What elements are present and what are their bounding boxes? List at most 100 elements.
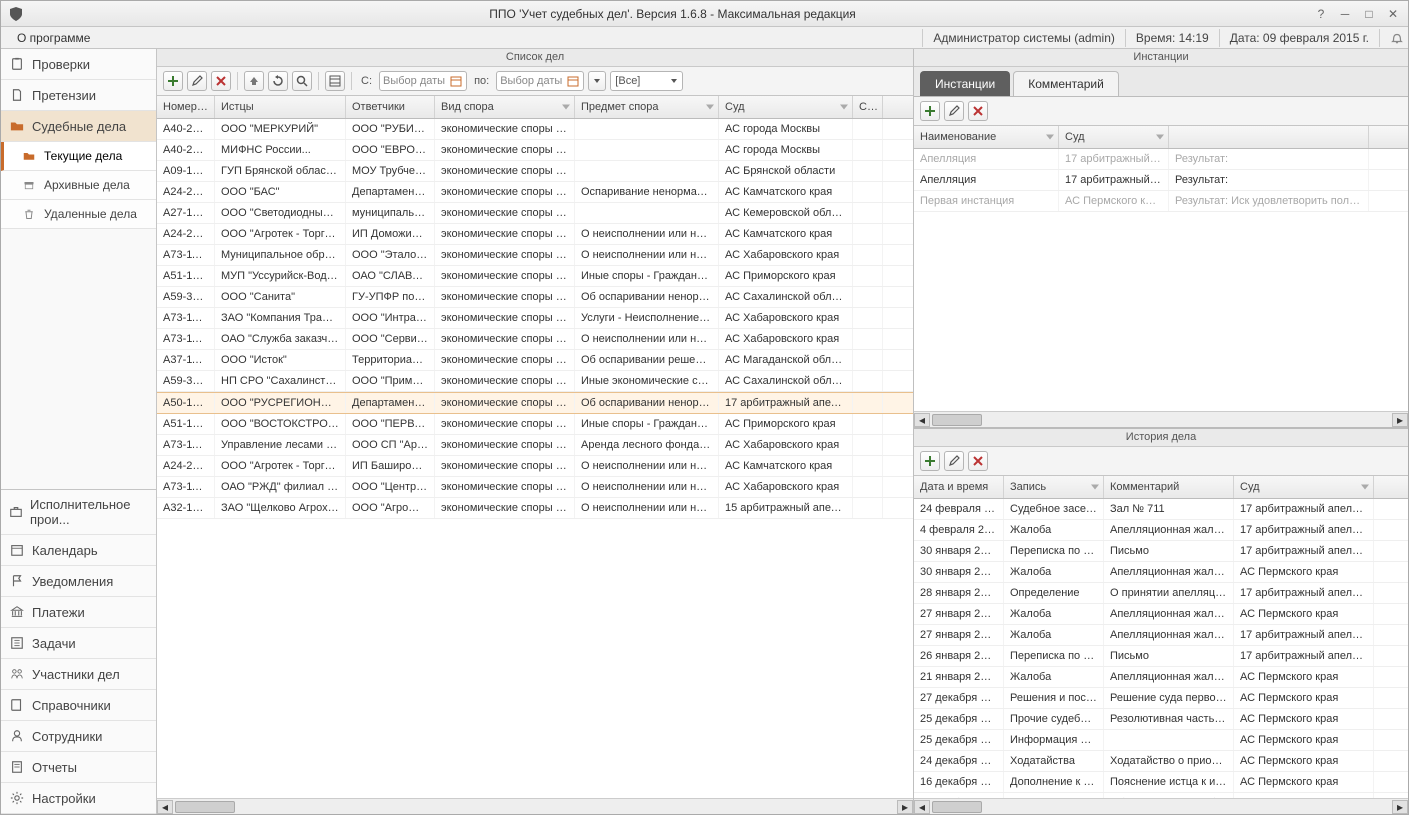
sidebar-item-sprav[interactable]: Справочники [1, 690, 156, 721]
inst-add-button[interactable] [920, 101, 940, 121]
hist-add-button[interactable] [920, 451, 940, 471]
date-to-input[interactable]: Выбор даты [496, 71, 584, 91]
sidebar-item-uchastniki[interactable]: Участники дел [1, 659, 156, 690]
table-row[interactable]: 27 января 2015 г.ЖалобаАпелляционная жал… [914, 604, 1408, 625]
column-otvetchiki[interactable]: Ответчики [346, 96, 435, 118]
sidebar-item-zadachi[interactable]: Задачи [1, 628, 156, 659]
column-sud[interactable]: Суд [1234, 476, 1374, 498]
column-predmet[interactable]: Предмет спора [575, 96, 719, 118]
table-row[interactable]: 30 января 2015 г.ЖалобаАпелляционная жал… [914, 562, 1408, 583]
inst-delete-button[interactable] [968, 101, 988, 121]
horizontal-scrollbar[interactable]: ◂ ▸ [914, 411, 1408, 427]
table-row[interactable]: 4 февраля 2015 г.ЖалобаАпелляционная жал… [914, 520, 1408, 541]
sidebar-item-sotrud[interactable]: Сотрудники [1, 721, 156, 752]
table-row[interactable]: Первая инстанцияАС Пермского краяРезульт… [914, 191, 1408, 212]
table-row[interactable]: 25 декабря 2014 г.Информация о прин...АС… [914, 730, 1408, 751]
hist-delete-button[interactable] [968, 451, 988, 471]
filter-combo[interactable]: [Все] [610, 71, 683, 91]
sidebar-subitem-arxivnye[interactable]: Архивные дела [1, 171, 156, 200]
table-row[interactable]: А24-273/2...ООО "Агротек - Торговый д...… [157, 456, 913, 477]
table-row[interactable]: А09-1489/...ГУП Брянской области "Бря...… [157, 161, 913, 182]
table-row[interactable]: 27 января 2015 г.ЖалобаАпелляционная жал… [914, 625, 1408, 646]
grid-header[interactable]: Дата и время Запись Комментарий Суд [914, 476, 1408, 499]
refresh-button[interactable] [268, 71, 288, 91]
tab-instances[interactable]: Инстанции [920, 71, 1010, 96]
table-row[interactable]: Апелляция17 арбитражный апелл...Результа… [914, 149, 1408, 170]
sidebar-label: Исполнительное прои... [30, 497, 148, 527]
sidebar-item-otchety[interactable]: Отчеты [1, 752, 156, 783]
table-row[interactable]: А59-309/2...НП СРО "Сахалинстрой"ООО "Пр… [157, 371, 913, 392]
table-row[interactable]: А73-1148/...ОАО "РЖД" филиал ДВЖД...ООО … [157, 477, 913, 498]
table-row[interactable]: А73-1140/...Управление лесами Правите...… [157, 435, 913, 456]
table-row[interactable]: А24-269/2...ООО "БАС"Департамент град...… [157, 182, 913, 203]
date-from-input[interactable]: Выбор даты [379, 71, 467, 91]
table-row[interactable]: А51-1832/...ООО "ВОСТОКСТРОЙСЕРВИ...ООО … [157, 414, 913, 435]
table-row[interactable]: А37-113/2...ООО "Исток"Территориальны...… [157, 350, 913, 371]
help-icon[interactable]: ? [1312, 6, 1330, 22]
table-row[interactable]: А73-1145/...ОАО "Служба заказчика по...О… [157, 329, 913, 350]
tasks-icon [9, 635, 25, 651]
table-row[interactable]: 24 февраля 2015 г.Судебное заседаниеЗал … [914, 499, 1408, 520]
column-vid[interactable]: Вид спора [435, 96, 575, 118]
column-istcy[interactable]: Истцы [215, 96, 346, 118]
sidebar-item-nastroiki[interactable]: Настройки [1, 783, 156, 814]
table-row[interactable]: А51-1821/...МУП "Уссурийск-Водоканал...О… [157, 266, 913, 287]
sidebar-item-pretenzii[interactable]: Претензии [1, 80, 156, 111]
table-row[interactable]: А73-1132/...ЗАО "Компания ТрансТелеК...О… [157, 308, 913, 329]
column-status[interactable]: Ста [853, 96, 883, 118]
sidebar-subitem-tekushie[interactable]: Текущие дела [1, 142, 156, 171]
column-name[interactable]: Наименование [914, 126, 1059, 148]
menu-about[interactable]: О программе [9, 29, 98, 47]
table-row[interactable]: А50-17997...ООО "РУСРЕГИОНИНВЕСТ"Департа… [157, 392, 913, 414]
grid-button[interactable] [325, 71, 345, 91]
sidebar-item-platezhi[interactable]: Платежи [1, 597, 156, 628]
minimize-icon[interactable]: ─ [1336, 6, 1354, 22]
table-row[interactable]: А73-115/...Муниципальное образовани...ОО… [157, 245, 913, 266]
sidebar-item-sudebnye[interactable]: Судебные дела [1, 111, 156, 142]
column-comment[interactable]: Комментарий [1104, 476, 1234, 498]
column-sud[interactable]: Суд [1059, 126, 1169, 148]
edit-button[interactable] [187, 71, 207, 91]
sidebar-item-uvedom[interactable]: Уведомления [1, 566, 156, 597]
column-date[interactable]: Дата и время [914, 476, 1004, 498]
tab-comment[interactable]: Комментарий [1013, 71, 1119, 96]
sidebar-item-ispolnit[interactable]: Исполнительное прои... [1, 490, 156, 535]
table-row[interactable]: А59-308/2...ООО "Санита"ГУ-УПФР по Доли.… [157, 287, 913, 308]
table-row[interactable]: А24-274/2...ООО "Агротек - Торговый д...… [157, 224, 913, 245]
table-row[interactable]: 26 января 2015 г.Переписка по делуПисьмо… [914, 646, 1408, 667]
table-row[interactable]: 24 декабря 2014 г.ХодатайстваХодатайство… [914, 751, 1408, 772]
table-row[interactable]: А40-20274...МИФНС России...ООО "ЕВРОМИР"… [157, 140, 913, 161]
table-row[interactable]: 21 января 2015 г.ЖалобаАпелляционная жал… [914, 667, 1408, 688]
add-button[interactable] [163, 71, 183, 91]
horizontal-scrollbar[interactable]: ◂ ▸ [914, 798, 1408, 814]
maximize-icon[interactable]: □ [1360, 6, 1378, 22]
table-row[interactable]: А40-20105...ООО "МЕРКУРИЙ"ООО "РУБИКОН"э… [157, 119, 913, 140]
table-row[interactable]: А27-1658/...ООО "Светодиодные технол...м… [157, 203, 913, 224]
grid-header[interactable]: Наименование Суд [914, 126, 1408, 149]
horizontal-scrollbar[interactable]: ◂ ▸ [157, 798, 913, 814]
table-row[interactable]: 30 января 2015 г.Переписка по делуПисьмо… [914, 541, 1408, 562]
bell-icon[interactable] [1379, 29, 1400, 47]
table-row[interactable]: 25 декабря 2014 г.Прочие судебные до...Р… [914, 709, 1408, 730]
date-dropdown-button[interactable] [588, 71, 606, 91]
flag-icon [9, 573, 25, 589]
table-row[interactable]: 28 января 2015 г.ОпределениеО принятии а… [914, 583, 1408, 604]
sidebar-item-kalendar[interactable]: Календарь [1, 535, 156, 566]
delete-button[interactable] [211, 71, 231, 91]
sidebar-item-proverki[interactable]: Проверки [1, 49, 156, 80]
grid-header[interactable]: Номер д... Истцы Ответчики Вид спора Пре… [157, 96, 913, 119]
sidebar-subitem-udalennye[interactable]: Удаленные дела [1, 200, 156, 229]
hist-edit-button[interactable] [944, 451, 964, 471]
table-row[interactable]: Апелляция17 арбитражный апелл...Результа… [914, 170, 1408, 191]
search-button[interactable] [292, 71, 312, 91]
column-number[interactable]: Номер д... [157, 96, 215, 118]
inst-edit-button[interactable] [944, 101, 964, 121]
column-sud[interactable]: Суд [719, 96, 853, 118]
close-window-icon[interactable]: ✕ [1384, 6, 1402, 22]
column-result[interactable] [1169, 126, 1369, 148]
table-row[interactable]: А32-15085...ЗАО "Щелково Агрохим"ООО "Аг… [157, 498, 913, 519]
table-row[interactable]: 16 декабря 2014 г.Дополнение к делуПоясн… [914, 772, 1408, 793]
table-row[interactable]: 27 декабря 2014 г.Решения и постанов...Р… [914, 688, 1408, 709]
column-record[interactable]: Запись [1004, 476, 1104, 498]
up-button[interactable] [244, 71, 264, 91]
